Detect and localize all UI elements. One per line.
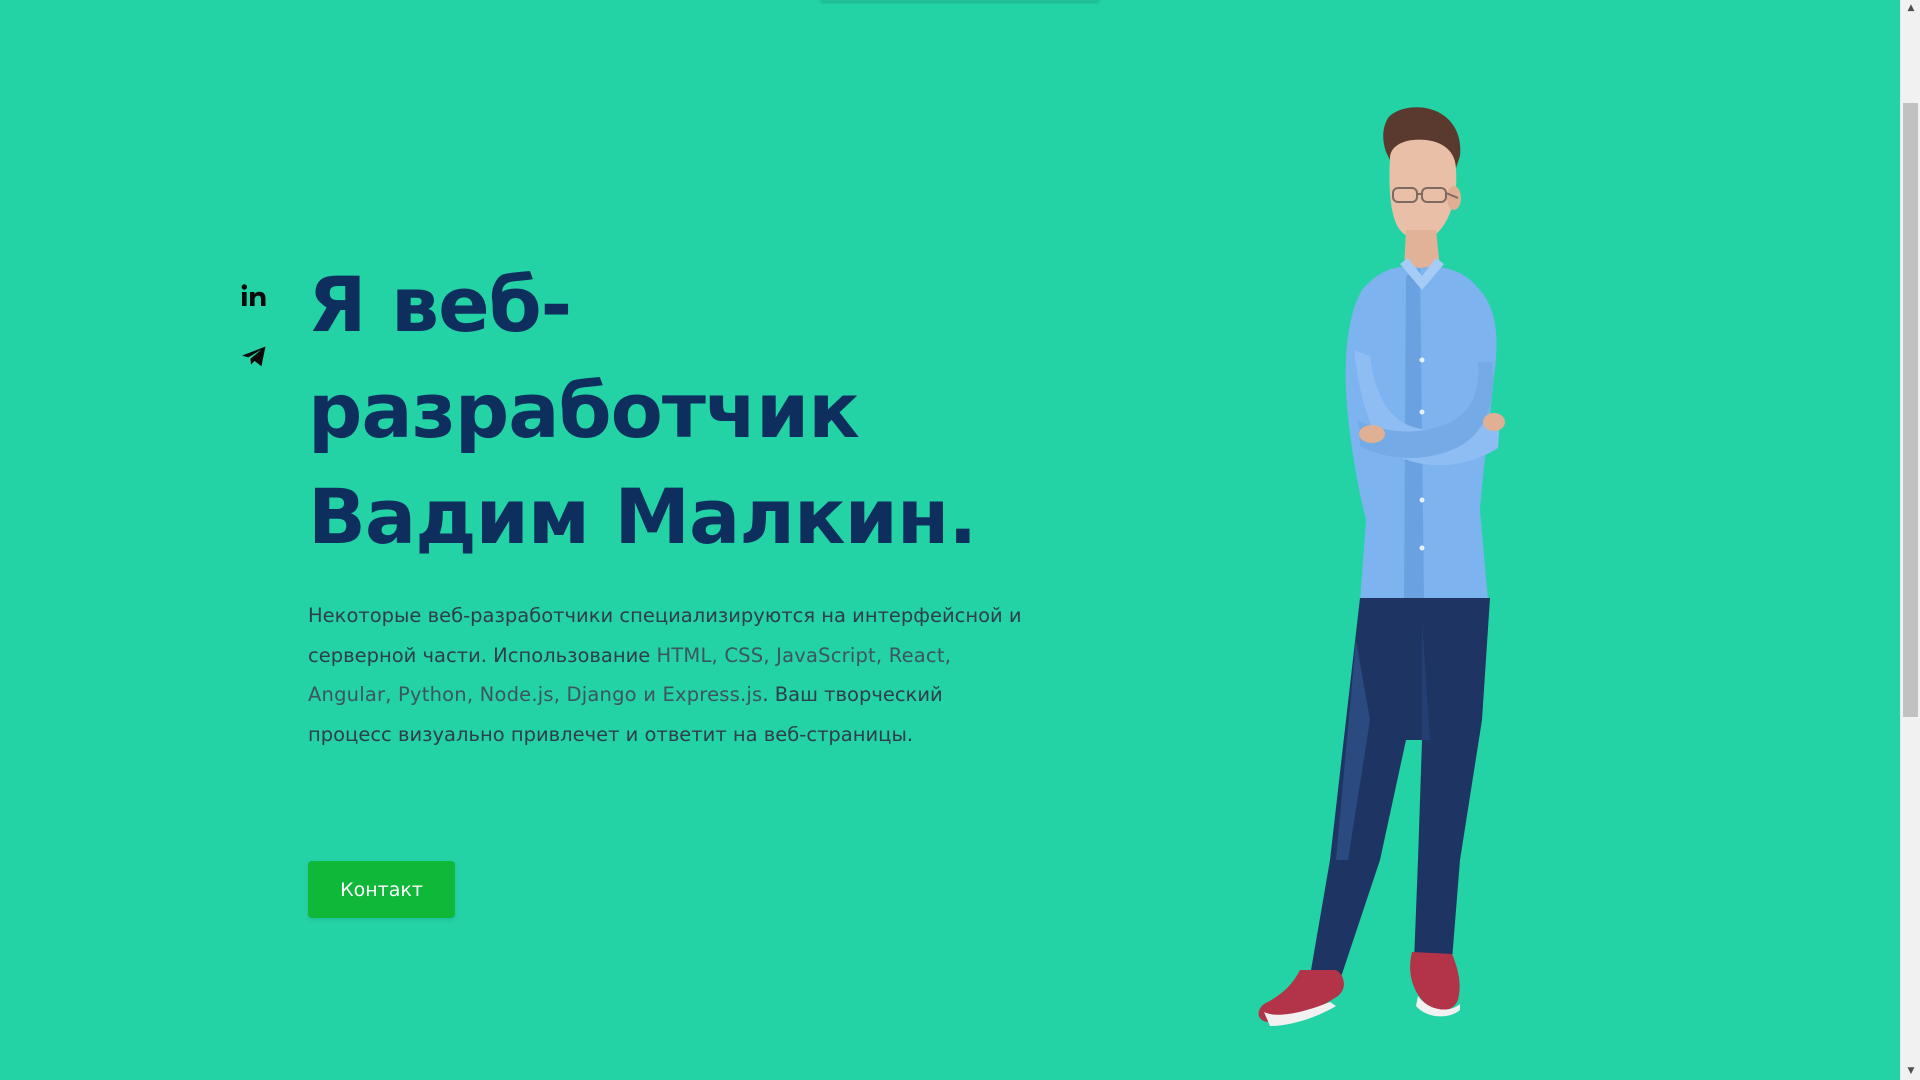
contact-button[interactable]: Контакт	[308, 861, 455, 918]
tech-react: React	[888, 643, 945, 667]
page-viewport: Я веб- разработчик Вадим Малкин. Некотор…	[0, 0, 1900, 1080]
hero-title-line3: Вадим Малкин.	[308, 472, 977, 561]
scrollbar-thumb[interactable]	[1903, 103, 1918, 717]
vertical-scrollbar[interactable]: ▲ ▼	[1900, 0, 1920, 1080]
hero-title: Я веб- разработчик Вадим Малкин.	[308, 252, 1088, 570]
tech-sep: ,	[944, 643, 952, 667]
header-edge	[820, 0, 1100, 3]
tech-sep: ,	[385, 683, 399, 706]
social-links	[240, 282, 268, 372]
telegram-link[interactable]	[240, 342, 268, 372]
tech-sep: ,	[875, 643, 889, 667]
tech-expressjs: Express.js	[662, 683, 763, 706]
hero-title-line2: разработчик	[308, 366, 860, 455]
tech-angular: Angular	[308, 683, 386, 706]
tech-django: Django	[566, 683, 637, 706]
tech-javascript: JavaScript	[776, 643, 876, 667]
tech-nodejs: Node.js	[479, 683, 554, 706]
tech-sep: ,	[763, 643, 777, 667]
tech-sep: и	[636, 683, 663, 706]
portrait-image	[1258, 107, 1505, 1026]
tech-sep: ,	[466, 683, 480, 706]
tech-html: HTML	[656, 643, 712, 667]
tech-sep: ,	[711, 643, 725, 667]
linkedin-link[interactable]	[240, 282, 268, 312]
tech-sep: ,	[553, 683, 567, 706]
hero-title-line1: Я веб-	[308, 260, 572, 349]
tech-python: Python	[398, 683, 467, 706]
scroll-up-arrow[interactable]: ▲	[1901, 0, 1920, 17]
scroll-down-arrow[interactable]: ▼	[1901, 1063, 1920, 1080]
linkedin-icon	[241, 284, 266, 306]
hero-description: Некоторые веб-разработчики специализирую…	[308, 596, 1028, 754]
telegram-icon	[242, 346, 266, 367]
tech-css: CSS	[724, 643, 764, 667]
